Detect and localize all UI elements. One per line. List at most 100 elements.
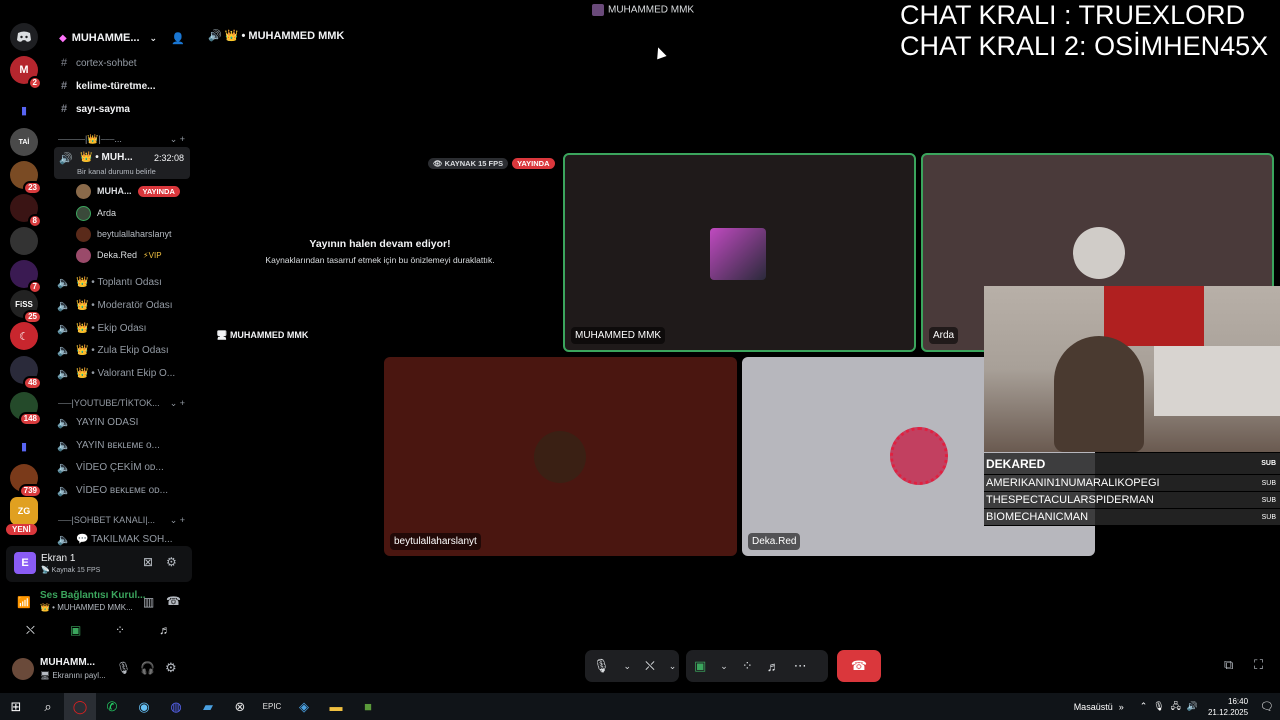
server-icon[interactable]: 148 — [10, 392, 42, 426]
activities-icon[interactable]: ⁘ — [115, 623, 125, 637]
active-voice-channel[interactable]: 🔊 👑 • MUH... 2:32:08 Bir kanal durumu be… — [54, 147, 190, 179]
channel-status[interactable]: Bir kanal durumu belirle — [77, 167, 156, 176]
voice-user[interactable]: Arda — [76, 203, 191, 223]
windows-start-icon[interactable]: ⊞ — [0, 693, 32, 720]
app-icon[interactable]: ◈ — [288, 693, 320, 720]
stop-stream-icon[interactable]: ⊠ — [143, 555, 153, 569]
activities-icon[interactable]: ⁘ — [742, 658, 753, 674]
voice-channel[interactable]: 🔈 👑 • Ekip Odası — [56, 318, 191, 338]
server-fiss-icon[interactable]: FiSS 25 — [10, 290, 42, 324]
screen-share-icon[interactable]: ▣ — [70, 623, 81, 637]
server-icon[interactable]: 23 — [10, 161, 42, 195]
whatsapp-icon[interactable]: ✆ — [96, 693, 128, 720]
voice-channel[interactable]: 🔈 YAYIN ʙᴇᴋʟᴇᴍᴇ ᴏ... — [56, 435, 191, 455]
headphones-icon[interactable]: 🎧 — [140, 661, 155, 675]
server-header[interactable]: ◆ MUHAMME... ⌄ 👤 — [48, 26, 193, 50]
webcam-overlay — [984, 286, 1280, 452]
disconnect-icon[interactable]: ☎ — [166, 594, 181, 608]
channel-sayi-sayma[interactable]: # sayı-sayma — [56, 99, 191, 119]
search-icon[interactable]: ⌕ — [32, 693, 64, 720]
channel-cortex-sohbet[interactable]: # cortex-sohbet — [56, 53, 191, 73]
voice-channel-name[interactable]: 👑 • MUHAMMED MMK... — [40, 603, 133, 612]
noise-suppression-icon[interactable]: ▥ — [143, 595, 154, 609]
camera-off-icon[interactable]: ⛌ — [26, 623, 35, 638]
voice-status[interactable]: Ses Bağlantısı Kurul... — [40, 590, 146, 601]
microphone-icon[interactable]: 🎙 — [116, 661, 131, 675]
hash-icon: # — [60, 57, 68, 69]
category-header[interactable]: ⎯⎯⎯|SOHBET KANALI|... ⌄ + — [58, 512, 193, 528]
user-name: Arda — [97, 208, 117, 218]
soundboard-icon[interactable]: ♬ — [159, 623, 171, 637]
network-icon[interactable]: 🖧 — [1171, 699, 1181, 715]
chevron-down-icon[interactable]: ⌄ — [624, 661, 632, 672]
voice-user[interactable]: beytulallaharslanyt — [76, 224, 191, 244]
minecraft-icon[interactable]: ■ — [352, 693, 384, 720]
voice-channel[interactable]: 🔈 VİDEO ʙᴇᴋʟᴇᴍᴇ ᴏᴅ... — [56, 480, 191, 500]
hang-up-button[interactable]: ☎ — [837, 650, 881, 682]
desktop-toolbar-label[interactable]: Masaüstü — [1074, 702, 1113, 712]
avatar[interactable] — [12, 658, 34, 680]
steam-icon[interactable]: ◉ — [128, 693, 160, 720]
voice-channel[interactable]: 🔈 👑 • Zula Ekip Odası — [56, 340, 191, 360]
folder-icon[interactable]: ▮ — [10, 432, 38, 460]
fullscreen-icon[interactable]: ⛶ — [1254, 657, 1263, 673]
stream-settings-icon[interactable]: ⚙ — [166, 555, 177, 569]
speaker-icon: 🔈 — [57, 439, 71, 452]
server-icon[interactable] — [10, 227, 38, 255]
voice-channel[interactable]: 🔈 👑 • Valorant Ekip O... — [56, 363, 191, 383]
file-explorer-icon[interactable]: ▬ — [320, 693, 352, 720]
server-icon[interactable]: 7 — [10, 260, 42, 294]
server-icon[interactable]: 739 — [10, 464, 42, 498]
chevron-up-icon[interactable]: ⌃ — [1140, 701, 1148, 712]
server-zg-icon[interactable]: ZG — [10, 497, 38, 525]
popout-icon[interactable]: ⧉ — [1224, 657, 1233, 673]
server-icon[interactable]: 8 — [10, 194, 42, 228]
app-icon[interactable]: ▰ — [192, 693, 224, 720]
server-m-icon[interactable]: M2 — [10, 56, 42, 90]
category-header[interactable]: ⎯⎯⎯⎯⎯⎯|👑|⎯⎯⎯... ⌄ + — [58, 131, 193, 147]
voice-channel[interactable]: 🔈 VİDEO ÇEKİM ᴏᴅ... — [56, 457, 191, 477]
voice-channel[interactable]: 🔈 YAYIN ODASI — [56, 412, 191, 432]
app-icon[interactable]: ⊗ — [224, 693, 256, 720]
speaker-icon: 🔊 — [59, 153, 73, 165]
camera-off-icon[interactable]: ⛌ — [645, 658, 655, 674]
notifications-icon[interactable]: 🗨 — [1260, 700, 1274, 713]
voice-user[interactable]: MUHA... YAYINDA — [76, 181, 191, 201]
avatar — [890, 427, 948, 485]
participant-tile[interactable]: MUHAMMED MMK — [563, 153, 916, 352]
subscriber-name: DEKARED — [986, 456, 1046, 471]
chevron-down-icon[interactable]: ⌄ — [720, 661, 728, 672]
folder-icon[interactable]: ▮ — [10, 96, 38, 124]
chevron-down-icon[interactable]: ⌄ — [669, 661, 677, 672]
soundboard-icon[interactable]: ♬ — [767, 659, 780, 674]
window-title: MUHAMMED MMK — [592, 4, 694, 16]
opera-icon[interactable]: ◯ — [64, 693, 96, 720]
category-header[interactable]: ⎯⎯⎯|YOUTUBE/TİKTOK... ⌄ + — [58, 395, 193, 411]
server-tai-icon[interactable]: TAİ — [10, 128, 38, 156]
voice-user[interactable]: Deka.Red ⚡VIP — [76, 245, 191, 265]
discord-icon[interactable]: ◍ — [160, 693, 192, 720]
speaker-icon: 🔈 — [57, 299, 71, 312]
server-crescent-icon[interactable]: ☾ — [10, 322, 38, 350]
chevron-right-icon[interactable]: » — [1119, 702, 1124, 712]
settings-gear-icon[interactable]: ⚙ — [165, 660, 177, 676]
participant-tile[interactable]: beytulallaharslanyt — [384, 357, 737, 556]
voice-channel-label: 👑 • MUH... — [80, 152, 133, 163]
microphone-icon[interactable]: 🎙 — [1153, 701, 1164, 712]
server-icon[interactable]: 48 — [10, 356, 42, 390]
discord-home-icon[interactable] — [10, 23, 38, 51]
clock[interactable]: 16:40 21.12.2025 — [1208, 696, 1248, 718]
epic-games-icon[interactable]: EPIC — [256, 693, 288, 720]
mic-controls: 🎙 ⌄ ⛌ ⌄ — [585, 650, 679, 682]
avatar — [1073, 227, 1125, 279]
channel-label: 👑 • Zula Ekip Odası — [76, 344, 169, 356]
microphone-icon[interactable]: 🎙 — [593, 658, 610, 674]
clock-date: 21.12.2025 — [1207, 707, 1249, 717]
voice-channel[interactable]: 🔈 👑 • Moderatör Odası — [56, 295, 191, 315]
more-icon[interactable]: ⋯ — [794, 658, 807, 674]
voice-channel[interactable]: 🔈 👑 • Toplantı Odası — [56, 272, 191, 292]
add-member-icon[interactable]: 👤 — [171, 32, 185, 45]
volume-icon[interactable]: 🔊 — [1187, 701, 1198, 712]
screen-share-icon[interactable]: ▣ — [694, 658, 706, 674]
channel-kelime-turetme[interactable]: # kelime-türetme... — [56, 76, 191, 96]
